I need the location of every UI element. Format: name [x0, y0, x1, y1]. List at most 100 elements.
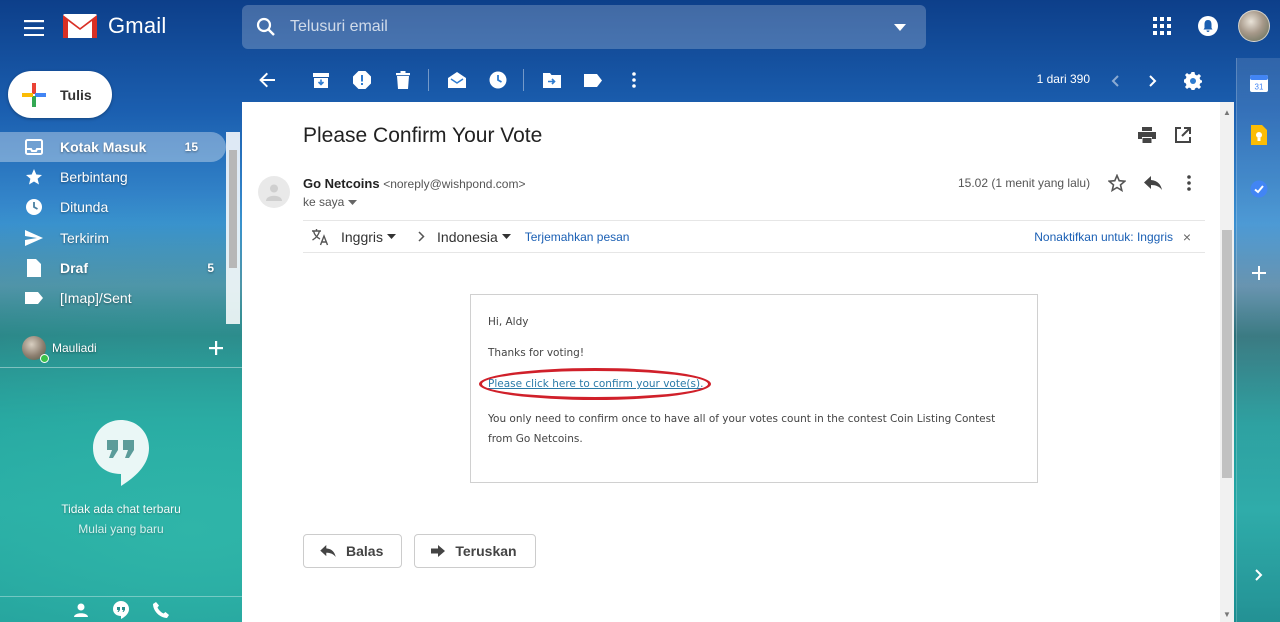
- draft-count: 5: [207, 260, 214, 275]
- email-scroll-thumb[interactable]: [1222, 230, 1232, 478]
- sidebar-item-drafts[interactable]: Draf 5: [0, 253, 242, 283]
- notifications-button[interactable]: [1192, 10, 1224, 42]
- person-icon: [266, 184, 282, 201]
- contacts-tab[interactable]: [69, 598, 93, 622]
- message-toolbar: 1 dari 390: [242, 58, 1218, 102]
- email-subject: Please Confirm Your Vote: [303, 124, 543, 147]
- online-status-icon: [40, 354, 49, 363]
- scroll-up-icon[interactable]: ▲: [1223, 108, 1231, 117]
- labels-button[interactable]: [574, 61, 612, 99]
- newer-button[interactable]: [1134, 62, 1172, 100]
- sidebar-scroll-thumb[interactable]: [229, 150, 237, 268]
- email-view: Please Confirm Your Vote Go Netcoins <no…: [242, 102, 1220, 622]
- calendar-addon-button[interactable]: 31: [1248, 72, 1270, 94]
- side-panel: 31: [1236, 58, 1280, 622]
- tasks-icon: [1250, 180, 1268, 198]
- apps-grid-icon: [1153, 17, 1171, 35]
- archive-button[interactable]: [302, 61, 340, 99]
- sidebar-item-starred[interactable]: Berbintang: [0, 162, 242, 192]
- more-vert-icon: [1187, 175, 1191, 191]
- close-icon[interactable]: ×: [1183, 229, 1191, 245]
- settings-button[interactable]: [1174, 62, 1212, 100]
- disable-translation-link[interactable]: Nonaktifkan untuk: Inggris: [1034, 230, 1173, 244]
- no-chats-text: Tidak ada chat terbaru: [61, 502, 181, 516]
- open-new-window-button[interactable]: [1172, 124, 1194, 146]
- open-in-new-icon: [1175, 127, 1191, 143]
- sender-avatar[interactable]: [258, 176, 290, 208]
- forward-button[interactable]: Teruskan: [414, 534, 536, 568]
- older-button[interactable]: [1096, 62, 1134, 100]
- sidebar-item-snoozed[interactable]: Ditunda: [0, 192, 242, 222]
- account-avatar[interactable]: [1238, 10, 1270, 42]
- expand-panel-button[interactable]: [1248, 564, 1270, 586]
- search-options-button[interactable]: [874, 23, 926, 31]
- compose-button[interactable]: Tulis: [8, 71, 112, 118]
- target-language-select[interactable]: Indonesia: [437, 229, 511, 245]
- chevron-right-icon: [1149, 75, 1157, 87]
- reply-icon: [1144, 176, 1162, 190]
- archive-icon: [313, 73, 329, 88]
- sidebar-item-imap-sent[interactable]: [Imap]/Sent: [0, 283, 242, 313]
- apps-button[interactable]: [1146, 10, 1178, 42]
- snooze-button[interactable]: [479, 61, 517, 99]
- sidebar-scrollbar[interactable]: [226, 132, 240, 324]
- new-chat-button[interactable]: [204, 336, 228, 360]
- more-options-button[interactable]: [615, 61, 653, 99]
- mark-unread-icon: [448, 72, 466, 88]
- search-icon[interactable]: [242, 17, 290, 37]
- chats-tab[interactable]: [109, 598, 133, 622]
- keep-icon: [1251, 125, 1267, 145]
- hangouts-footer: [0, 596, 242, 622]
- forward-arrow-icon: [431, 545, 446, 557]
- chevron-right-icon: [418, 231, 425, 242]
- translate-bar: Inggris Indonesia Terjemahkan pesan Nona…: [303, 220, 1205, 253]
- user-avatar: [22, 336, 49, 363]
- menu-icon: [24, 20, 44, 36]
- main-menu-button[interactable]: [18, 12, 50, 44]
- more-message-options-button[interactable]: [1178, 172, 1200, 194]
- hangouts-icon: [113, 600, 129, 619]
- scroll-down-icon[interactable]: ▼: [1223, 610, 1231, 619]
- recipient-details-toggle[interactable]: ke saya: [303, 195, 358, 209]
- hangouts-user-row[interactable]: Mauliadi: [0, 332, 242, 364]
- sidebar-item-inbox[interactable]: Kotak Masuk 15: [0, 132, 226, 163]
- clock-icon: [24, 197, 44, 217]
- mark-unread-button[interactable]: [438, 61, 476, 99]
- reply-icon: [320, 545, 336, 557]
- sidebar-nav: Kotak Masuk 15 Berbintang Ditunda Terkir…: [0, 132, 242, 324]
- translate-message-link[interactable]: Terjemahkan pesan: [525, 230, 630, 244]
- get-addons-button[interactable]: [1248, 262, 1270, 284]
- hangouts-user-name: Mauliadi: [52, 341, 97, 355]
- plus-icon: [209, 341, 223, 355]
- sidebar-item-label: Kotak Masuk: [60, 139, 147, 156]
- search-bar[interactable]: [242, 5, 926, 49]
- tasks-addon-button[interactable]: [1248, 178, 1270, 200]
- print-icon: [1138, 127, 1156, 143]
- source-language-select[interactable]: Inggris: [341, 228, 397, 245]
- calendar-icon: 31: [1250, 75, 1268, 92]
- search-input[interactable]: [290, 18, 874, 36]
- trash-icon: [396, 71, 410, 89]
- sidebar-item-label: Ditunda: [60, 199, 109, 216]
- calls-tab[interactable]: [149, 598, 173, 622]
- source-language: Inggris: [341, 228, 384, 245]
- sidebar-item-sent[interactable]: Terkirim: [0, 223, 242, 253]
- start-new-chat-text[interactable]: Mulai yang baru: [0, 522, 242, 536]
- top-bar: Gmail: [0, 0, 1280, 56]
- confirm-vote-link[interactable]: Please click here to confirm your vote(s…: [488, 378, 703, 390]
- back-button[interactable]: [248, 61, 286, 99]
- delete-button[interactable]: [384, 61, 422, 99]
- chevron-left-icon: [1111, 75, 1119, 87]
- reply-button[interactable]: [1142, 172, 1164, 194]
- reply-bottom-button[interactable]: Balas: [303, 534, 403, 568]
- email-scrollbar[interactable]: ▲ ▼: [1220, 102, 1234, 622]
- keep-addon-button[interactable]: [1248, 124, 1270, 146]
- gmail-logo[interactable]: Gmail: [62, 12, 166, 39]
- sender-name[interactable]: Go Netcoins: [303, 176, 380, 191]
- star-button[interactable]: [1106, 172, 1128, 194]
- body-note-text: You only need to confirm once to have al…: [488, 413, 996, 445]
- draft-icon: [24, 258, 44, 278]
- move-to-button[interactable]: [533, 61, 571, 99]
- report-spam-button[interactable]: [343, 61, 381, 99]
- print-button[interactable]: [1136, 124, 1158, 146]
